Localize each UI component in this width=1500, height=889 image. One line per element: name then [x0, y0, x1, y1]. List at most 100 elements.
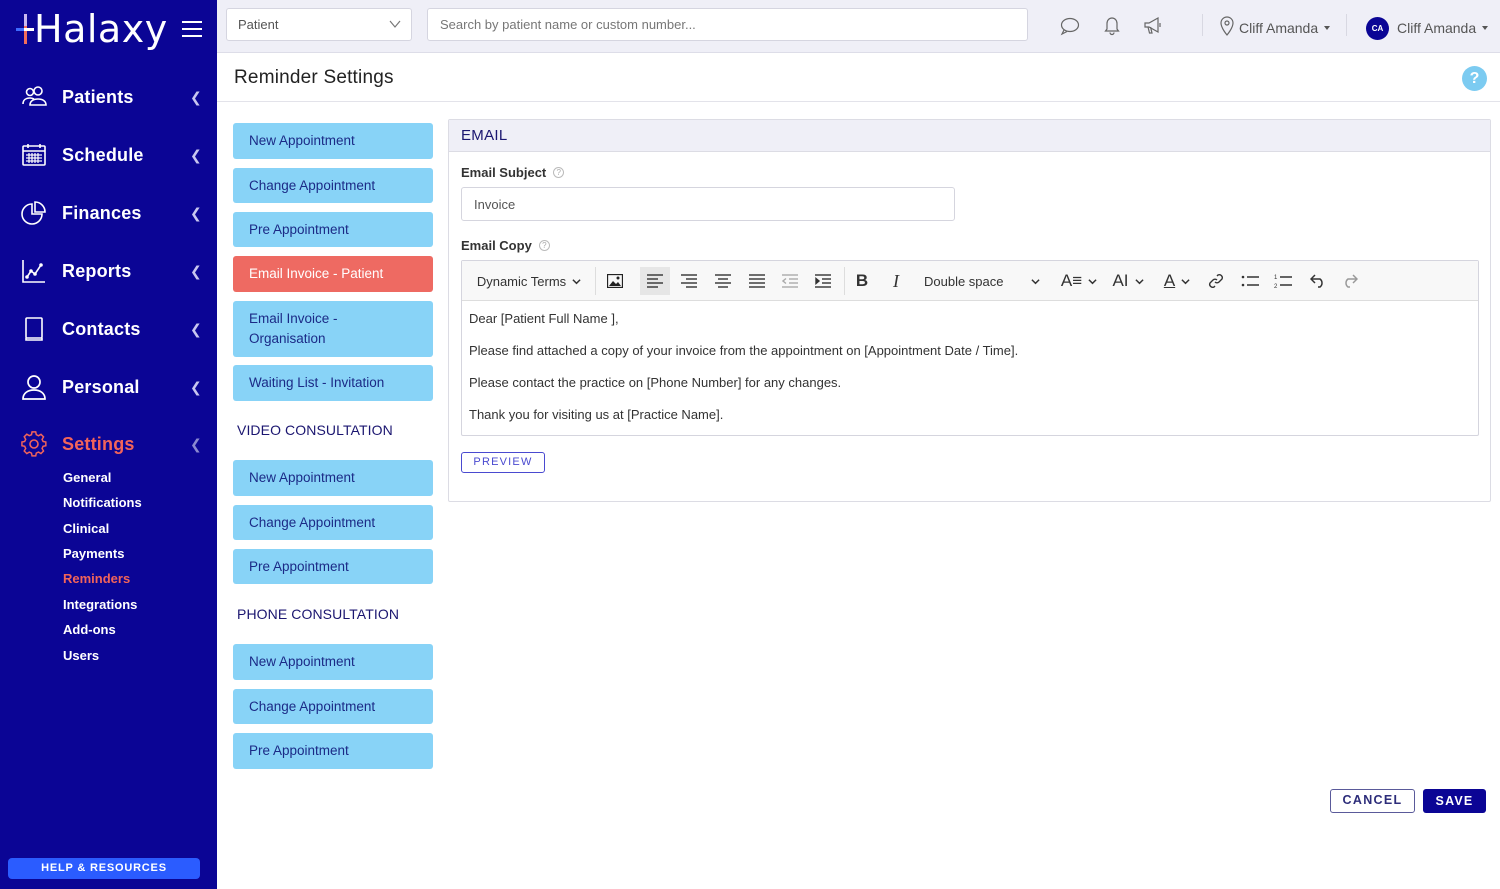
- font-format-dropdown[interactable]: A≡: [1058, 267, 1100, 295]
- settings-subitem-reminders[interactable]: Reminders: [63, 571, 130, 586]
- settings-subitem-clinical[interactable]: Clinical: [63, 521, 109, 536]
- sidebar-item-label: Finances: [62, 202, 142, 223]
- chevron-left-icon: ❮: [190, 262, 202, 279]
- reminder-email-invoice-organisation[interactable]: Email Invoice - Organisation: [233, 301, 433, 357]
- link-icon[interactable]: [1204, 267, 1228, 295]
- avatar: CA: [1366, 16, 1389, 40]
- font-size-dropdown[interactable]: AI: [1107, 267, 1149, 295]
- email-copy-label-text: Email Copy: [461, 238, 532, 253]
- sidebar-item-personal[interactable]: Personal ❮: [0, 367, 217, 407]
- help-icon[interactable]: ?: [1462, 66, 1487, 91]
- chevron-down-icon: [389, 20, 401, 28]
- indent-icon[interactable]: [809, 267, 837, 295]
- patient-search-input[interactable]: [427, 8, 1028, 41]
- redo-icon[interactable]: [1338, 267, 1362, 295]
- settings-subitem-users[interactable]: Users: [63, 648, 99, 663]
- search-type-select[interactable]: Patient: [226, 8, 412, 41]
- chevron-left-icon: ❮: [190, 204, 202, 221]
- insert-image-icon[interactable]: [601, 267, 629, 295]
- font-color-dropdown[interactable]: A: [1158, 267, 1196, 295]
- sidebar-item-label: Contacts: [62, 318, 141, 339]
- reminder-email-invoice-patient[interactable]: Email Invoice - Patient: [233, 256, 433, 292]
- email-body-line: Thank you for visiting us at [Practice N…: [469, 407, 724, 422]
- email-subject-label-text: Email Subject: [461, 165, 547, 180]
- phone-consultation-heading: PHONE CONSULTATION: [237, 606, 400, 622]
- chevron-left-icon: ❮: [190, 378, 202, 395]
- search-type-value: Patient: [238, 17, 279, 32]
- chevron-left-icon: ❮: [190, 435, 202, 452]
- sidebar-item-finances[interactable]: Finances ❮: [0, 193, 217, 233]
- help-tooltip-icon[interactable]: ?: [538, 240, 550, 251]
- video-reminder-change-appointment[interactable]: Change Appointment: [233, 505, 433, 540]
- sidebar-item-reports[interactable]: Reports ❮: [0, 251, 217, 291]
- outdent-icon[interactable]: [776, 267, 804, 295]
- line-spacing-dropdown[interactable]: Double space: [914, 267, 1048, 295]
- caret-down-icon: [1324, 26, 1331, 30]
- align-justify-icon[interactable]: [743, 267, 771, 295]
- location-selector[interactable]: Cliff Amanda: [1220, 14, 1331, 38]
- hamburger-menu-icon[interactable]: [182, 21, 202, 37]
- sidebar-item-settings[interactable]: Settings ❮: [0, 424, 217, 464]
- email-body-line: Dear [Patient Full Name ],: [469, 311, 619, 326]
- settings-subitem-payments[interactable]: Payments: [63, 546, 124, 561]
- caret-down-icon: [1482, 26, 1489, 30]
- reminder-new-appointment[interactable]: New Appointment: [233, 123, 433, 159]
- sidebar-item-label: Settings: [62, 433, 135, 454]
- help-tooltip-icon[interactable]: ?: [553, 167, 565, 178]
- chevron-left-icon: ❮: [190, 320, 202, 337]
- email-panel-heading: EMAIL: [449, 120, 1490, 152]
- align-left-icon[interactable]: [640, 267, 670, 295]
- chevron-down-icon: [1134, 278, 1144, 284]
- bell-icon[interactable]: [1102, 16, 1122, 36]
- halaxy-logo[interactable]: Halaxy: [16, 8, 168, 50]
- video-reminder-new-appointment[interactable]: New Appointment: [233, 460, 433, 496]
- italic-icon[interactable]: I: [883, 267, 909, 295]
- font-format-icon: A≡: [1060, 271, 1083, 290]
- settings-subitem-add-ons[interactable]: Add-ons: [63, 622, 116, 637]
- gear-icon: [21, 431, 47, 457]
- phone-reminder-change-appointment[interactable]: Change Appointment: [233, 689, 433, 724]
- undo-icon[interactable]: [1306, 267, 1330, 295]
- editor-toolbar: Dynamic Terms B I Double space A≡ AI A 1…: [462, 261, 1478, 301]
- settings-subitem-general[interactable]: General: [63, 470, 111, 485]
- reminder-change-appointment[interactable]: Change Appointment: [233, 168, 433, 203]
- sidebar-item-label: Reports: [62, 260, 132, 281]
- bullet-list-icon[interactable]: [1237, 267, 1263, 295]
- megaphone-icon[interactable]: [1143, 16, 1163, 36]
- sidebar-item-contacts[interactable]: Contacts ❮: [0, 309, 217, 349]
- sidebar-item-schedule[interactable]: Schedule ❮: [0, 135, 217, 175]
- location-pin-icon: [1220, 16, 1234, 36]
- bold-icon[interactable]: B: [849, 267, 875, 295]
- chat-icon[interactable]: [1060, 16, 1080, 36]
- top-bar: Patient Cliff Amanda CA Cliff Amanda: [217, 0, 1500, 53]
- user-menu[interactable]: CA Cliff Amanda: [1366, 16, 1489, 40]
- reminder-waiting-list-invitation[interactable]: Waiting List - Invitation: [233, 365, 433, 401]
- phone-reminder-new-appointment[interactable]: New Appointment: [233, 644, 433, 680]
- email-copy-content[interactable]: Dear [Patient Full Name ], Please find a…: [462, 301, 1478, 449]
- divider: [1346, 14, 1347, 36]
- cancel-button[interactable]: CANCEL: [1330, 789, 1415, 813]
- dynamic-terms-label: Dynamic Terms: [476, 273, 567, 289]
- user-icon: [21, 374, 47, 400]
- sidebar: Halaxy Patients ❮ Schedule ❮ Finances ❮ …: [0, 0, 217, 889]
- save-button[interactable]: SAVE: [1423, 789, 1486, 813]
- toolbar-divider: [844, 267, 845, 295]
- email-subject-input[interactable]: [461, 187, 955, 221]
- help-resources-button[interactable]: HELP & RESOURCES: [8, 858, 200, 879]
- dynamic-terms-dropdown[interactable]: Dynamic Terms: [474, 267, 584, 295]
- chevron-down-icon: [1031, 278, 1040, 284]
- video-reminder-pre-appointment[interactable]: Pre Appointment: [233, 549, 433, 584]
- settings-subitem-integrations[interactable]: Integrations: [63, 597, 137, 612]
- sidebar-item-patients[interactable]: Patients ❮: [0, 77, 217, 117]
- phone-reminder-pre-appointment[interactable]: Pre Appointment: [233, 733, 433, 769]
- preview-button[interactable]: PREVIEW: [461, 452, 545, 473]
- font-size-icon: AI: [1112, 271, 1129, 290]
- pie-chart-icon: [21, 200, 47, 226]
- align-right-icon[interactable]: [675, 267, 703, 295]
- patients-icon: [21, 84, 47, 110]
- numbered-list-icon[interactable]: 12: [1270, 267, 1296, 295]
- reminder-pre-appointment[interactable]: Pre Appointment: [233, 212, 433, 247]
- settings-subitem-notifications[interactable]: Notifications: [63, 495, 142, 510]
- divider: [1202, 14, 1203, 36]
- align-center-icon[interactable]: [709, 267, 737, 295]
